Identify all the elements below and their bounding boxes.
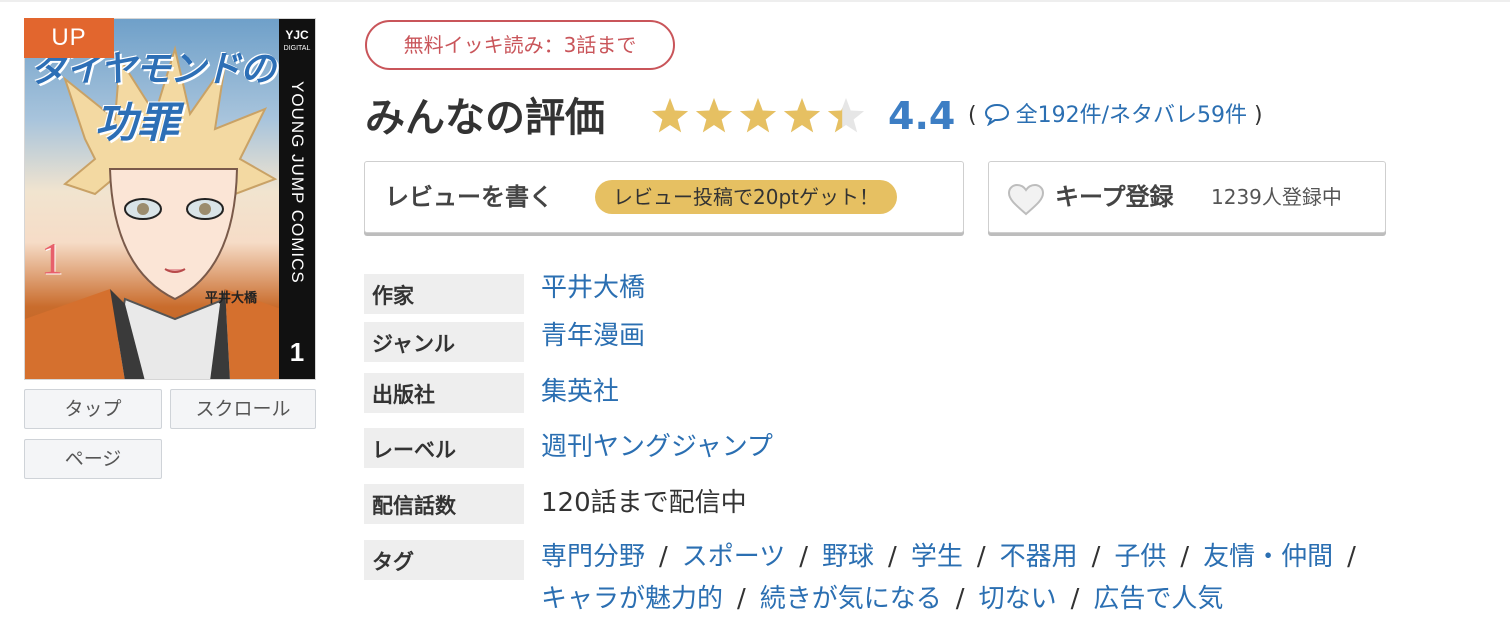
up-badge: UP: [24, 18, 114, 58]
tag-separator: /: [955, 584, 965, 614]
publisher-value[interactable]: 集英社: [541, 375, 619, 409]
tag-item[interactable]: 続きが気になる: [760, 584, 942, 614]
tag-item[interactable]: スポーツ: [682, 542, 785, 572]
tag-item[interactable]: 友情・仲間: [1203, 542, 1333, 572]
cover-series-label: YOUNG JUMP COMICS: [288, 81, 307, 284]
cover-spine: YJC DIGITAL YOUNG JUMP COMICS 1: [279, 19, 315, 379]
keep-register-count: 1239人登録中: [1211, 185, 1342, 209]
paren-open: (: [968, 103, 977, 128]
tag-item[interactable]: 切ない: [979, 584, 1057, 614]
tag-item[interactable]: 学生: [911, 542, 963, 572]
free-read-badge[interactable]: 無料イッキ読み：3話まで: [365, 20, 675, 70]
rating-stars: [651, 98, 865, 133]
cover-publisher-sub: DIGITAL: [283, 45, 311, 52]
cover-spine-volume: 1: [289, 337, 305, 367]
tag-item[interactable]: 広告で人気: [1093, 584, 1223, 614]
write-review-label: レビューを書く: [385, 183, 553, 211]
review-count-link[interactable]: 全192件/ネタバレ59件: [1016, 103, 1247, 128]
top-divider: [0, 0, 1510, 2]
view-mode-scroll-button[interactable]: スクロール: [170, 389, 316, 429]
tag-separator: /: [1091, 542, 1101, 572]
tags-label: タグ: [364, 540, 524, 580]
tag-item[interactable]: 専門分野: [541, 542, 645, 572]
view-mode-tap-button[interactable]: タップ: [24, 389, 162, 429]
author-value[interactable]: 平井大橋: [541, 271, 645, 305]
star-filled-icon: [651, 98, 689, 133]
tag-item[interactable]: 不器用: [1000, 542, 1078, 572]
tag-separator: /: [888, 542, 897, 572]
heart-icon: [1007, 184, 1045, 216]
label-value[interactable]: 週刊ヤングジャンプ: [541, 430, 773, 464]
paren-close: ): [1254, 103, 1263, 128]
keep-register-label: キープ登録: [1055, 183, 1174, 211]
cover-author: 平井大橋: [205, 291, 258, 306]
review-counts[interactable]: ( 全192件/ネタバレ59件 ): [968, 96, 1263, 136]
tag-separator: /: [1347, 542, 1356, 572]
episodes-value: 120話まで配信中: [541, 488, 747, 518]
cover-title-line2: 功罪: [95, 98, 180, 147]
cover-image[interactable]: ダイヤモンドの 功罪 1 平井大橋 YJC DIGITAL YOUNG JUMP…: [24, 18, 316, 380]
label-label: レーベル: [364, 428, 524, 468]
tag-item[interactable]: キャラが魅力的: [541, 584, 723, 614]
rating-title: みんなの評価: [365, 95, 605, 141]
review-points-badge: レビュー投稿で20ptゲット！: [595, 180, 897, 214]
author-label: 作家: [364, 274, 524, 314]
cover-publisher-mark: YJC: [285, 28, 309, 42]
tag-item[interactable]: 野球: [822, 542, 874, 572]
comment-bubble-icon: [984, 103, 1009, 126]
episodes-label: 配信話数: [364, 484, 524, 524]
tag-separator: /: [1070, 584, 1080, 614]
label-link[interactable]: 週刊ヤングジャンプ: [541, 432, 773, 462]
publisher-label: 出版社: [364, 373, 524, 413]
tag-separator: /: [737, 584, 746, 614]
genre-link[interactable]: 青年漫画: [541, 321, 645, 351]
tag-list: 専門分野 / スポーツ / 野球 / 学生 / 不器用 / 子供 / 友情・仲間 / キャラが魅力的 / 続きが…: [541, 536, 1441, 620]
tag-separator: /: [976, 542, 986, 572]
write-review-button[interactable]: レビューを書く レビュー投稿で20ptゲット！: [364, 161, 964, 233]
tag-item[interactable]: 子供: [1114, 542, 1166, 572]
tag-separator: /: [799, 542, 809, 572]
star-filled-icon: [739, 98, 777, 133]
publisher-link[interactable]: 集英社: [541, 377, 619, 407]
genre-label: ジャンル: [364, 322, 524, 362]
view-mode-page-button[interactable]: ページ: [24, 439, 162, 479]
star-filled-icon: [783, 98, 821, 133]
keep-register-button[interactable]: キープ登録 1239人登録中: [988, 161, 1386, 233]
tag-separator: /: [659, 542, 668, 572]
star-filled-icon: [695, 98, 733, 133]
tag-separator: /: [1180, 542, 1190, 572]
cover-volume-number: 1: [41, 234, 63, 283]
rating-score: 4.4: [888, 94, 956, 138]
genre-value[interactable]: 青年漫画: [541, 319, 645, 353]
author-link[interactable]: 平井大橋: [541, 273, 645, 303]
